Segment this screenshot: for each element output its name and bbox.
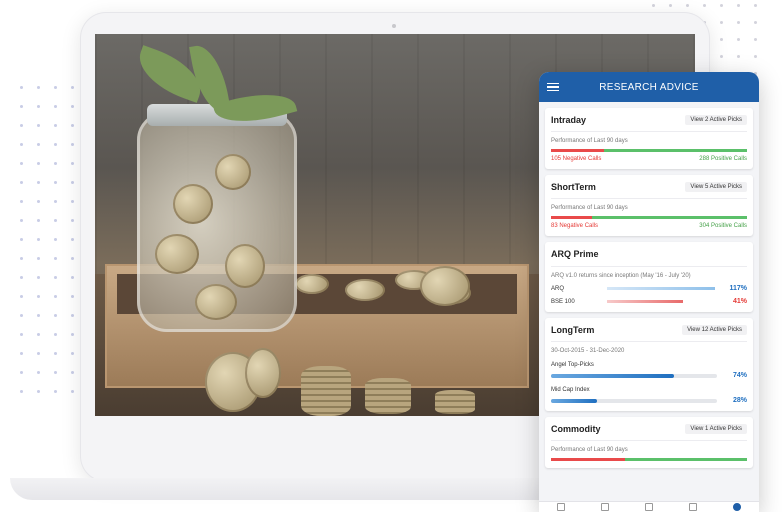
- nav-profile-icon[interactable]: [733, 503, 741, 511]
- calls-ratio-bar: [551, 216, 747, 219]
- angel-top-picks-value: 74%: [732, 372, 747, 379]
- mid-cap-index-value: 28%: [732, 397, 747, 404]
- calls-ratio-bar: [551, 149, 747, 152]
- laptop-base: [10, 478, 570, 500]
- view-active-picks-button[interactable]: View 12 Active Picks: [682, 325, 747, 335]
- arq-value: 117%: [729, 285, 747, 292]
- negative-calls: 83 Negative Calls: [551, 223, 599, 229]
- bse-value: 41%: [732, 298, 747, 305]
- laptop-camera: [392, 24, 396, 28]
- card-title: Intraday: [551, 115, 587, 125]
- view-active-picks-button[interactable]: View 5 Active Picks: [685, 182, 747, 192]
- view-active-picks-button[interactable]: View 2 Active Picks: [685, 115, 747, 125]
- card-subtitle: ARQ v1.0 returns since inception (May '1…: [551, 273, 691, 279]
- positive-calls: 304 Positive Calls: [699, 223, 747, 229]
- angel-top-picks-label: Angel Top-Picks: [551, 362, 594, 368]
- card-title: ShortTerm: [551, 182, 596, 192]
- longterm-card[interactable]: LongTerm View 12 Active Picks 30-Oct-201…: [545, 318, 753, 411]
- app-title: RESEARCH ADVICE: [599, 81, 699, 93]
- card-title: LongTerm: [551, 325, 595, 335]
- app-header: RESEARCH ADVICE: [539, 72, 759, 102]
- view-active-picks-button[interactable]: View 1 Active Picks: [685, 424, 747, 434]
- bse-label: BSE 100: [551, 298, 575, 305]
- calls-ratio-bar: [551, 458, 747, 461]
- nav-portfolio-icon[interactable]: [689, 503, 697, 511]
- angel-top-picks-bar: [551, 373, 717, 378]
- mobile-app-screen: RESEARCH ADVICE Intraday View 2 Active P…: [539, 72, 759, 512]
- card-subtitle: Performance of Last 90 days: [551, 447, 628, 453]
- nav-home-icon[interactable]: [557, 503, 565, 511]
- commodity-card[interactable]: Commodity View 1 Active Picks Performanc…: [545, 417, 753, 468]
- positive-calls: 288 Positive Calls: [699, 156, 747, 162]
- bse-return-bar: [607, 300, 683, 303]
- arq-label: ARQ: [551, 285, 565, 292]
- negative-calls: 105 Negative Calls: [551, 156, 602, 162]
- arq-return-bar: [607, 287, 715, 290]
- card-subtitle: Performance of Last 90 days: [551, 138, 628, 144]
- nav-research-icon[interactable]: [601, 503, 609, 511]
- card-subtitle: Performance of Last 90 days: [551, 205, 628, 211]
- card-subtitle: 30-Oct-2015 - 31-Dec-2020: [551, 348, 625, 354]
- decorative-dots-left: [20, 86, 74, 393]
- card-title: ARQ Prime: [551, 249, 599, 259]
- intraday-card[interactable]: Intraday View 2 Active Picks Performance…: [545, 108, 753, 169]
- mid-cap-index-bar: [551, 398, 717, 403]
- nav-calendar-icon[interactable]: [645, 503, 653, 511]
- bottom-nav: [539, 501, 759, 512]
- card-title: Commodity: [551, 424, 601, 434]
- shortterm-card[interactable]: ShortTerm View 5 Active Picks Performanc…: [545, 175, 753, 236]
- arq-prime-card[interactable]: ARQ Prime ARQ v1.0 returns since incepti…: [545, 242, 753, 312]
- mid-cap-index-label: Mid Cap Index: [551, 387, 590, 393]
